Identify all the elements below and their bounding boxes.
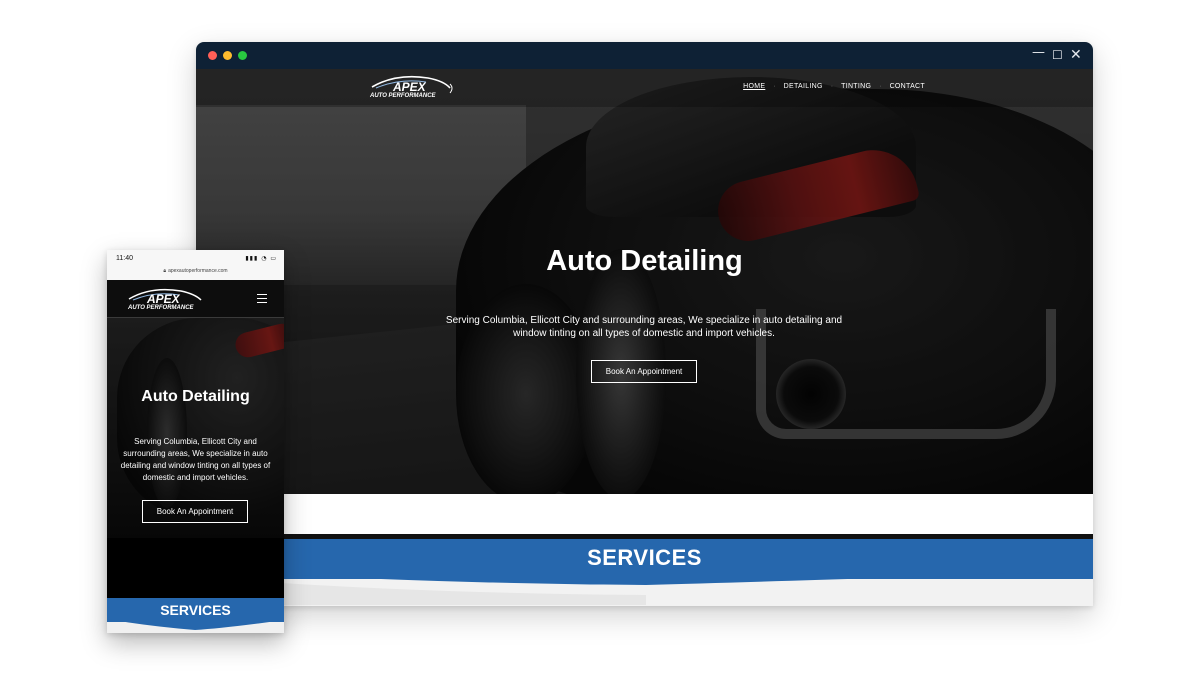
mobile-status-bar: 11:40 ▮▮▮ ◔ ▭ 🔒︎ apexautoperformance.com	[107, 250, 284, 280]
hero-title: Auto Detailing	[546, 245, 743, 277]
mobile-hero-title: Auto Detailing	[141, 388, 250, 405]
zoom-dot-icon[interactable]	[238, 51, 247, 60]
nav-links: HOME · DETAILING · TINTING · CONTACT	[743, 83, 925, 90]
mobile-services-section: SERVICES	[107, 598, 284, 633]
nav-contact[interactable]: CONTACT	[890, 83, 925, 90]
mobile-hero-description: Serving Columbia, Ellicott City and surr…	[120, 437, 271, 482]
mobile-services-wave-shape	[107, 616, 284, 630]
hero-overlay	[196, 69, 1093, 494]
minimize-dot-icon[interactable]	[223, 51, 232, 60]
mobile-navbar: APEX AUTO PERFORMANCE	[107, 280, 284, 318]
services-wave-shape	[196, 565, 1093, 605]
nav-tinting[interactable]: TINTING	[841, 83, 871, 90]
hero-section: APEX AUTO PERFORMANCE HOME · DETAILING ·…	[196, 69, 1093, 494]
logo-sub-text: AUTO PERFORMANCE	[370, 93, 436, 99]
site-navbar: APEX AUTO PERFORMANCE HOME · DETAILING ·…	[196, 69, 1093, 107]
book-appointment-button[interactable]: Book An Appointment	[591, 360, 697, 383]
hamburger-menu-icon[interactable]	[257, 294, 267, 303]
minimize-icon[interactable]: —	[1032, 45, 1045, 61]
lock-icon: 🔒︎	[163, 268, 167, 274]
mobile-url-text: apexautoperformance.com	[168, 268, 228, 274]
nav-separator: ·	[773, 83, 776, 90]
window-titlebar: — ☐ ✕	[196, 42, 1093, 69]
nav-home[interactable]: HOME	[743, 83, 765, 90]
mobile-site-logo[interactable]: APEX AUTO PERFORMANCE	[125, 286, 205, 314]
stage: — ☐ ✕ APEX AUTO PERFORMANCE HOME · DETAI…	[0, 0, 1200, 675]
nav-separator: ·	[879, 83, 882, 90]
mobile-clock: 11:40	[116, 255, 133, 262]
logo-main-text: APEX	[393, 80, 426, 94]
desktop-browser-window: — ☐ ✕ APEX AUTO PERFORMANCE HOME · DETAI…	[196, 42, 1093, 606]
nav-separator: ·	[830, 83, 834, 90]
mobile-hero-section: Auto Detailing Serving Columbia, Ellicot…	[107, 318, 284, 538]
nav-detailing[interactable]: DETAILING	[784, 83, 823, 90]
mobile-address-bar[interactable]: 🔒︎ apexautoperformance.com	[107, 268, 284, 274]
maximize-icon[interactable]: ☐	[1052, 47, 1063, 63]
site-logo[interactable]: APEX AUTO PERFORMANCE	[366, 73, 456, 103]
logo-main-text: APEX	[147, 292, 180, 306]
mobile-dark-band	[107, 538, 284, 598]
services-title: SERVICES	[587, 545, 702, 570]
content-white-band	[196, 494, 1093, 534]
close-icon[interactable]: ✕	[1070, 47, 1082, 63]
mobile-book-appointment-button[interactable]: Book An Appointment	[142, 500, 248, 523]
logo-sub-text: AUTO PERFORMANCE	[128, 305, 194, 311]
close-dot-icon[interactable]	[208, 51, 217, 60]
mobile-services-title: SERVICES	[160, 602, 231, 618]
mobile-phone-mockup: 11:40 ▮▮▮ ◔ ▭ 🔒︎ apexautoperformance.com …	[107, 250, 284, 633]
mobile-status-icons: ▮▮▮ ◔ ▭	[245, 255, 277, 262]
hero-description: Serving Columbia, Ellicott City and surr…	[445, 315, 843, 339]
services-section: SERVICES	[196, 539, 1093, 606]
